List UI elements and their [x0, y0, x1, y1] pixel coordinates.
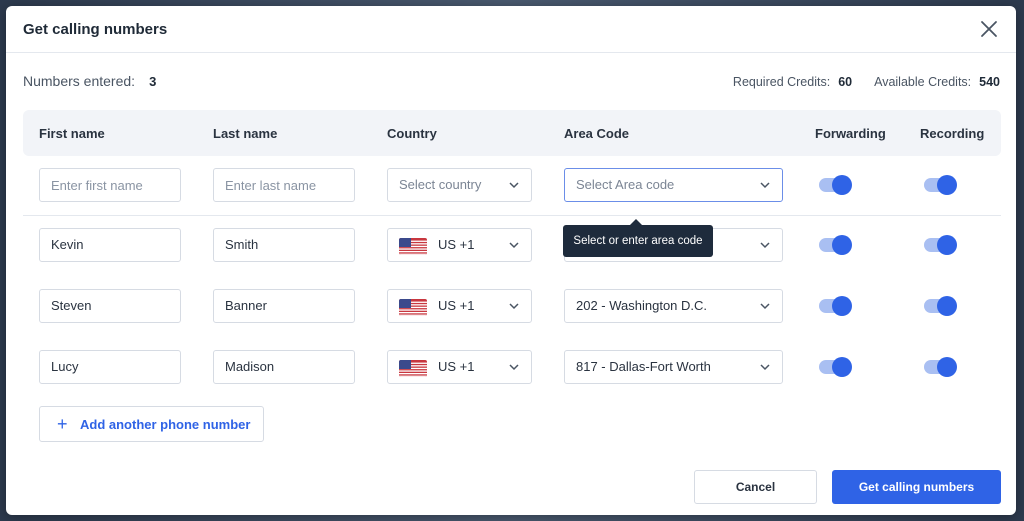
- cancel-button[interactable]: Cancel: [694, 470, 817, 504]
- forwarding-toggle[interactable]: [819, 357, 852, 377]
- table-row: Kevin Smith US +1: [23, 216, 1001, 277]
- modal-header: Get calling numbers: [6, 6, 1016, 53]
- toggle-knob: [832, 357, 852, 377]
- first-name-field[interactable]: Steven: [39, 289, 181, 323]
- table-row: Lucy Madison US +1 817 - Dallas-Fort Wor…: [23, 338, 1001, 399]
- recording-toggle[interactable]: [924, 235, 957, 255]
- chevron-down-icon: [760, 364, 770, 371]
- header-last-name: Last name: [213, 126, 278, 141]
- area-code-value: 202 - Washington D.C.: [576, 298, 708, 313]
- plus-icon: +: [57, 414, 68, 434]
- first-name-input[interactable]: [39, 168, 181, 202]
- forwarding-toggle[interactable]: [819, 235, 852, 255]
- area-code-tooltip: Select or enter area code: [563, 219, 713, 257]
- close-button[interactable]: [978, 18, 1000, 40]
- chevron-down-icon: [509, 242, 519, 249]
- credits-summary: Required Credits: 60 Available Credits: 54…: [733, 75, 1000, 89]
- available-credits-label: Available Credits:: [874, 75, 972, 89]
- country-select[interactable]: Select country: [387, 168, 532, 202]
- chevron-down-icon: [760, 242, 770, 249]
- add-phone-number-label: Add another phone number: [80, 417, 251, 432]
- area-code-select-placeholder: Select Area code: [576, 177, 675, 192]
- area-code-select[interactable]: 202 - Washington D.C.: [564, 289, 783, 323]
- numbers-table: First name Last name Country Area Code F…: [23, 110, 1001, 399]
- table-header: First name Last name Country Area Code F…: [23, 110, 1001, 156]
- chevron-down-icon: [509, 364, 519, 371]
- country-code: US +1: [438, 237, 475, 252]
- recording-toggle[interactable]: [924, 175, 957, 195]
- toggle-knob: [937, 296, 957, 316]
- last-name-field[interactable]: Banner: [213, 289, 355, 323]
- header-first-name: First name: [39, 126, 105, 141]
- country-select[interactable]: US +1: [387, 350, 532, 384]
- get-calling-numbers-modal: Get calling numbers Numbers entered: 3 Re…: [6, 6, 1016, 515]
- get-calling-numbers-button[interactable]: Get calling numbers: [832, 470, 1001, 504]
- area-code-select[interactable]: Select Area code: [564, 168, 783, 202]
- header-recording: Recording: [920, 126, 985, 141]
- last-name-input[interactable]: [213, 168, 355, 202]
- toggle-knob: [832, 296, 852, 316]
- numbers-entered-value: 3: [149, 74, 157, 89]
- toggle-knob: [832, 175, 852, 195]
- country-select-placeholder: Select country: [399, 177, 482, 192]
- first-name-field[interactable]: Lucy: [39, 350, 181, 384]
- numbers-entered-label: Numbers entered:: [23, 73, 136, 89]
- header-forwarding: Forwarding: [815, 126, 886, 141]
- forwarding-toggle[interactable]: [819, 296, 852, 316]
- available-credits: Available Credits: 540: [874, 75, 1000, 89]
- required-credits-label: Required Credits:: [732, 75, 831, 89]
- recording-toggle[interactable]: [924, 296, 957, 316]
- required-credits-value: 60: [838, 75, 853, 89]
- required-credits: Required Credits: 60: [733, 75, 852, 89]
- toggle-knob: [937, 357, 957, 377]
- numbers-entered: Numbers entered: 3: [23, 73, 156, 89]
- close-icon: [981, 21, 997, 37]
- first-name-field[interactable]: Kevin: [39, 228, 181, 262]
- toggle-knob: [937, 175, 957, 195]
- last-name-field[interactable]: Smith: [213, 228, 355, 262]
- header-country: Country: [387, 126, 437, 141]
- modal-title: Get calling numbers: [23, 21, 168, 38]
- table-row-new: Select country Select Area code: [23, 156, 1001, 216]
- us-flag-icon: [399, 360, 427, 377]
- toggle-knob: [937, 235, 957, 255]
- header-area-code: Area Code: [564, 126, 630, 141]
- chevron-down-icon: [509, 182, 519, 189]
- add-phone-number-button[interactable]: + Add another phone number: [39, 406, 264, 442]
- last-name-field[interactable]: Madison: [213, 350, 355, 384]
- country-code: US +1: [438, 298, 475, 313]
- toggle-knob: [832, 235, 852, 255]
- available-credits-value: 540: [979, 75, 1000, 89]
- chevron-down-icon: [760, 182, 770, 189]
- area-code-select[interactable]: 817 - Dallas-Fort Worth: [564, 350, 783, 384]
- country-code: US +1: [438, 359, 475, 374]
- country-select[interactable]: US +1: [387, 289, 532, 323]
- chevron-down-icon: [509, 303, 519, 310]
- us-flag-icon: [399, 238, 427, 255]
- forwarding-toggle[interactable]: [819, 175, 852, 195]
- table-row: Steven Banner US +1 202 - Washington D.C…: [23, 277, 1001, 338]
- us-flag-icon: [399, 299, 427, 316]
- area-code-value: 817 - Dallas-Fort Worth: [576, 359, 711, 374]
- country-select[interactable]: US +1: [387, 228, 532, 262]
- chevron-down-icon: [760, 303, 770, 310]
- recording-toggle[interactable]: [924, 357, 957, 377]
